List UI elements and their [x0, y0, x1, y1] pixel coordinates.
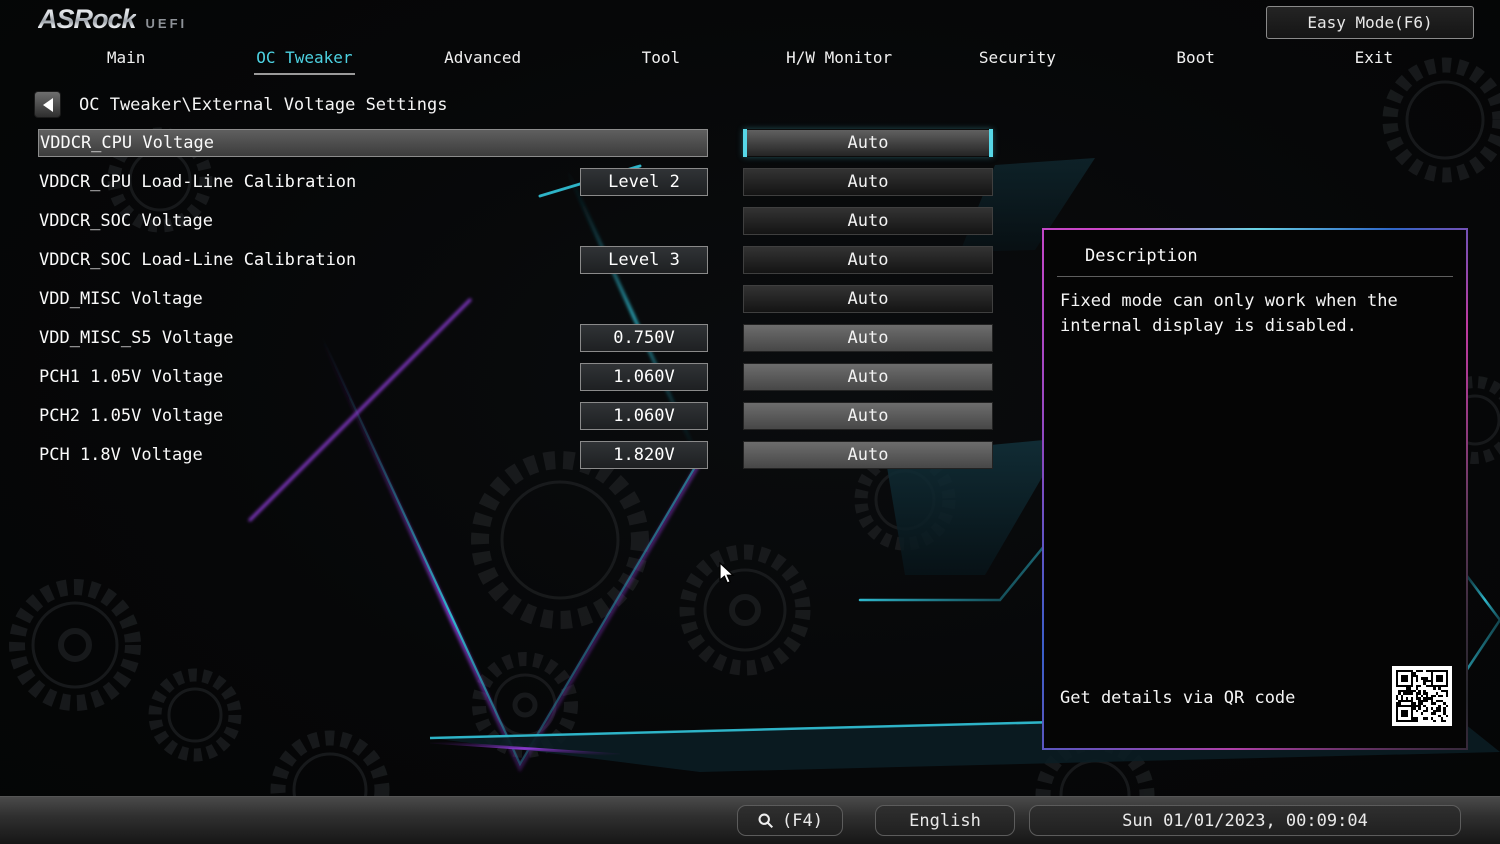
setting-value-dropdown[interactable]: Auto — [743, 285, 993, 313]
datetime-display[interactable]: Sun 01/01/2023, 00:09:04 — [1029, 805, 1461, 836]
back-button[interactable] — [34, 91, 61, 118]
settings-list: VDDCR_CPU Voltage Auto VDDCR_CPU Load-Li… — [38, 129, 998, 480]
description-panel: Description Fixed mode can only work whe… — [1042, 228, 1468, 750]
qr-code-icon — [1392, 666, 1452, 726]
setting-row-vdd-misc-s5-voltage: VDD_MISC_S5 Voltage 0.750V Auto — [38, 324, 998, 352]
setting-row-pch-18v-voltage: PCH 1.8V Voltage 1.820V Auto — [38, 441, 998, 469]
setting-label[interactable]: VDD_MISC Voltage — [38, 285, 709, 313]
search-icon — [757, 812, 774, 829]
setting-row-vddcr-soc-llc: VDDCR_SOC Load-Line Calibration Level 3 … — [38, 246, 998, 274]
easy-mode-button[interactable]: Easy Mode(F6) — [1266, 6, 1474, 39]
setting-value-dropdown[interactable]: Auto — [743, 246, 993, 274]
tab-boot-label: Boot — [1174, 46, 1217, 73]
setting-row-vdd-misc-voltage: VDD_MISC Voltage Auto — [38, 285, 998, 313]
tab-exit[interactable]: Exit — [1285, 46, 1463, 74]
uefi-screen: ASRock UEFI Easy Mode(F6) Main OC Tweake… — [0, 0, 1500, 844]
setting-value-dropdown[interactable]: Auto — [743, 207, 993, 235]
search-button[interactable]: (F4) — [737, 805, 843, 836]
asrock-logo: ASRock UEFI — [38, 4, 187, 35]
setting-value-dropdown[interactable]: Auto — [743, 441, 993, 469]
tab-main-label: Main — [105, 46, 148, 73]
mouse-cursor — [718, 562, 738, 586]
setting-label[interactable]: VDDCR_SOC Voltage — [38, 207, 709, 235]
tab-security-label: Security — [977, 46, 1058, 73]
setting-subvalue: 1.060V — [580, 363, 708, 391]
setting-subvalue: Level 3 — [580, 246, 708, 274]
language-button[interactable]: English — [875, 805, 1015, 836]
description-body: Fixed mode can only work when the intern… — [1044, 277, 1436, 351]
tab-hw-monitor[interactable]: H/W Monitor — [750, 46, 928, 74]
setting-subvalue: 1.060V — [580, 402, 708, 430]
setting-subvalue: Level 2 — [580, 168, 708, 196]
top-nav: Main OC Tweaker Advanced Tool H/W Monito… — [37, 46, 1463, 74]
setting-row-vddcr-cpu-voltage: VDDCR_CPU Voltage Auto — [38, 129, 998, 157]
tab-oc-tweaker[interactable]: OC Tweaker — [215, 46, 393, 74]
tab-tool-label: Tool — [640, 46, 683, 73]
setting-row-pch2-105v-voltage: PCH2 1.05V Voltage 1.060V Auto — [38, 402, 998, 430]
search-hotkey-label: (F4) — [782, 811, 823, 831]
uefi-logo-text: UEFI — [146, 16, 188, 31]
status-bar: (F4) English Sun 01/01/2023, 00:09:04 — [0, 796, 1500, 844]
setting-subvalue: 0.750V — [580, 324, 708, 352]
tab-main[interactable]: Main — [37, 46, 215, 74]
setting-value-dropdown[interactable]: Auto — [743, 402, 993, 430]
setting-label[interactable]: VDDCR_CPU Voltage — [38, 129, 708, 157]
breadcrumb: OC Tweaker\External Voltage Settings — [34, 91, 447, 118]
breadcrumb-path: OC Tweaker\External Voltage Settings — [79, 95, 447, 115]
setting-row-vddcr-soc-voltage: VDDCR_SOC Voltage Auto — [38, 207, 998, 235]
setting-row-pch1-105v-voltage: PCH1 1.05V Voltage 1.060V Auto — [38, 363, 998, 391]
back-arrow-icon — [43, 98, 53, 112]
tab-exit-label: Exit — [1353, 46, 1396, 73]
tab-boot[interactable]: Boot — [1107, 46, 1285, 74]
setting-value-dropdown[interactable]: Auto — [743, 129, 993, 157]
tab-security[interactable]: Security — [928, 46, 1106, 74]
setting-subvalue: 1.820V — [580, 441, 708, 469]
tab-hw-monitor-label: H/W Monitor — [784, 46, 894, 73]
setting-value-dropdown[interactable]: Auto — [743, 363, 993, 391]
asrock-logo-text: ASRock — [38, 4, 136, 35]
tab-tool[interactable]: Tool — [572, 46, 750, 74]
setting-row-vddcr-cpu-llc: VDDCR_CPU Load-Line Calibration Level 2 … — [38, 168, 998, 196]
qr-code-label: Get details via QR code — [1060, 688, 1295, 708]
setting-value-dropdown[interactable]: Auto — [743, 324, 993, 352]
tab-advanced[interactable]: Advanced — [394, 46, 572, 74]
description-title: Description — [1044, 230, 1466, 276]
tab-advanced-label: Advanced — [442, 46, 523, 73]
description-panel-inner: Description Fixed mode can only work whe… — [1044, 230, 1466, 748]
tab-oc-tweaker-label: OC Tweaker — [254, 46, 354, 75]
setting-value-dropdown[interactable]: Auto — [743, 168, 993, 196]
